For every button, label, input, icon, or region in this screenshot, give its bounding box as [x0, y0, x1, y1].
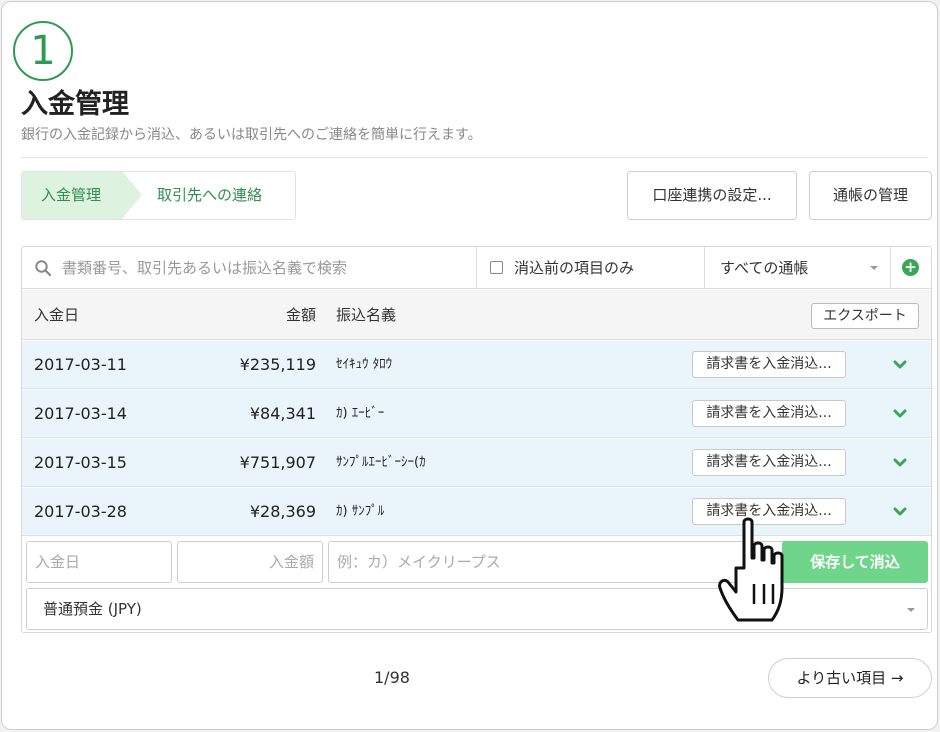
app-window: 1 入金管理 銀行の入金記録から消込、あるいは取引先へのご連絡を簡単に行えます。… [1, 1, 938, 730]
chevron-down-icon[interactable] [892, 406, 908, 422]
column-header-amount: 金額 [285, 306, 316, 324]
chevron-down-icon [870, 266, 878, 270]
row-date: 2017-03-14 [34, 404, 127, 423]
chevron-down-icon[interactable] [892, 357, 908, 373]
save-and-reconcile-button[interactable]: 保存して消込 [782, 541, 928, 583]
row-payer-name: ｾｲｷｭｳ ﾀﾛｳ [336, 357, 393, 372]
table-row[interactable]: 2017-03-14 ¥84,341 ｶ) ｴｰﾋﾞｰ 請求書を入金消込... [22, 390, 931, 438]
step-breadcrumb: 入金管理 取引先への連絡 [21, 171, 296, 220]
divider [21, 157, 928, 158]
older-items-button[interactable]: より古い項目 → [768, 658, 932, 698]
row-amount: ¥751,907 [239, 453, 316, 472]
column-header-name: 振込名義 [336, 306, 397, 324]
passbook-select-value: すべての通帳 [720, 259, 809, 277]
page-indicator: 1/98 [374, 668, 410, 687]
passbook-select[interactable]: すべての通帳 [705, 247, 891, 289]
hand-pointer-cursor-icon [718, 517, 784, 622]
row-date: 2017-03-11 [34, 355, 127, 374]
account-link-settings-button[interactable]: 口座連携の設定... [627, 171, 797, 220]
row-payer-name: ｻﾝﾌﾟﾙｴｰﾋﾞｰｼｰ(ｶ [336, 455, 426, 470]
reconcile-invoice-button[interactable]: 請求書を入金消込... [692, 351, 846, 378]
page-subtitle: 銀行の入金記録から消込、あるいは取引先へのご連絡を簡単に行えます。 [21, 127, 482, 143]
column-header-date: 入金日 [34, 306, 80, 324]
chevron-down-icon[interactable] [892, 504, 908, 520]
row-payer-name: ｶ) ｻﾝﾌﾟﾙ [336, 504, 385, 519]
deposit-date-input[interactable]: 入金日 [26, 541, 172, 583]
plus-circle-icon: + [902, 259, 919, 276]
table-header: 入金日 金額 振込名義 エクスポート [22, 290, 931, 340]
table-row[interactable]: 2017-03-11 ¥235,119 ｾｲｷｭｳ ﾀﾛｳ 請求書を入金消込..… [22, 341, 931, 389]
reconcile-invoice-button[interactable]: 請求書を入金消込... [692, 400, 846, 427]
unreconciled-only-label: 消込前の項目のみ [514, 259, 635, 277]
row-date: 2017-03-28 [34, 502, 127, 521]
page-title: 入金管理 [21, 89, 129, 120]
row-amount: ¥28,369 [249, 502, 316, 521]
breadcrumb-step-deposit-management[interactable]: 入金管理 [22, 172, 122, 219]
chevron-down-icon [907, 608, 915, 612]
row-payer-name: ｶ) ｴｰﾋﾞｰ [336, 406, 385, 421]
search-placeholder: 書類番号、取引先あるいは振込名義で検索 [62, 259, 348, 277]
step-number-badge: 1 [13, 21, 73, 81]
search-icon [35, 260, 52, 277]
chevron-down-icon[interactable] [892, 455, 908, 471]
account-select-value: 普通預金 (JPY) [43, 600, 142, 618]
row-amount: ¥235,119 [239, 355, 316, 374]
unreconciled-only-toggle[interactable]: 消込前の項目のみ [477, 247, 705, 289]
row-date: 2017-03-15 [34, 453, 127, 472]
export-button[interactable]: エクスポート [811, 303, 919, 329]
add-deposit-button[interactable]: + [891, 247, 931, 289]
deposit-amount-input[interactable]: 入金額 [177, 541, 323, 583]
reconcile-invoice-button[interactable]: 請求書を入金消込... [692, 449, 846, 476]
passbook-management-button[interactable]: 通帳の管理 [809, 171, 932, 220]
unreconciled-only-checkbox[interactable] [490, 261, 503, 274]
row-amount: ¥84,341 [249, 404, 316, 423]
table-row[interactable]: 2017-03-15 ¥751,907 ｻﾝﾌﾟﾙｴｰﾋﾞｰｼｰ(ｶ 請求書を入… [22, 439, 931, 487]
filter-bar: 書類番号、取引先あるいは振込名義で検索 消込前の項目のみ すべての通帳 + [22, 247, 931, 289]
breadcrumb-step-contact-client[interactable]: 取引先への連絡 [157, 172, 262, 219]
breadcrumb-arrow-icon [122, 172, 142, 219]
search-input[interactable]: 書類番号、取引先あるいは振込名義で検索 [22, 247, 477, 289]
